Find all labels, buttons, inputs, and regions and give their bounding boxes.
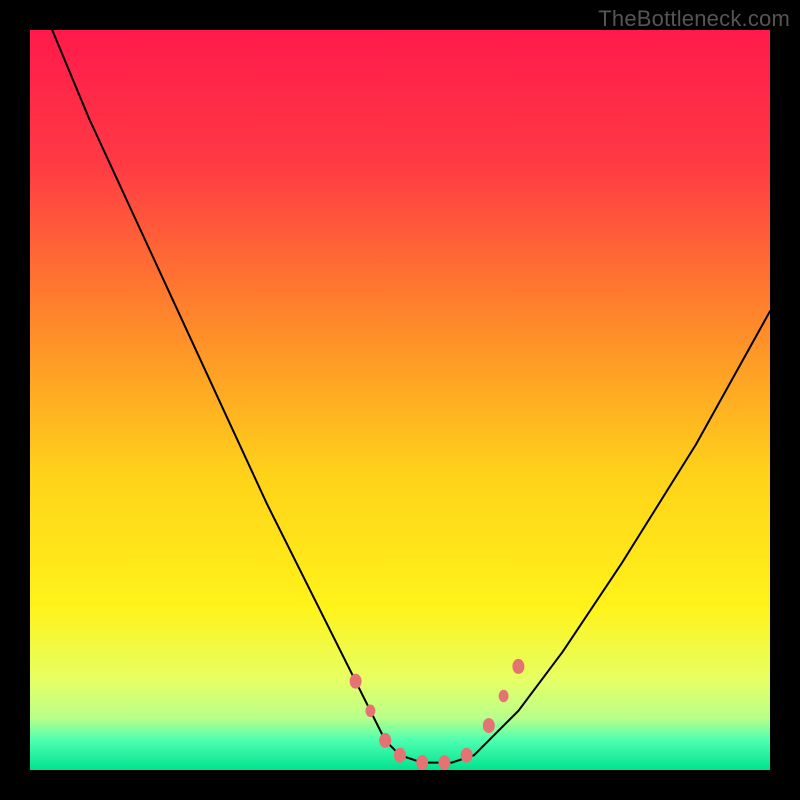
watermark-text: TheBottleneck.com: [598, 6, 790, 32]
outer-frame: TheBottleneck.com: [0, 0, 800, 800]
plot-area: [30, 30, 770, 770]
background-gradient: [30, 30, 770, 770]
